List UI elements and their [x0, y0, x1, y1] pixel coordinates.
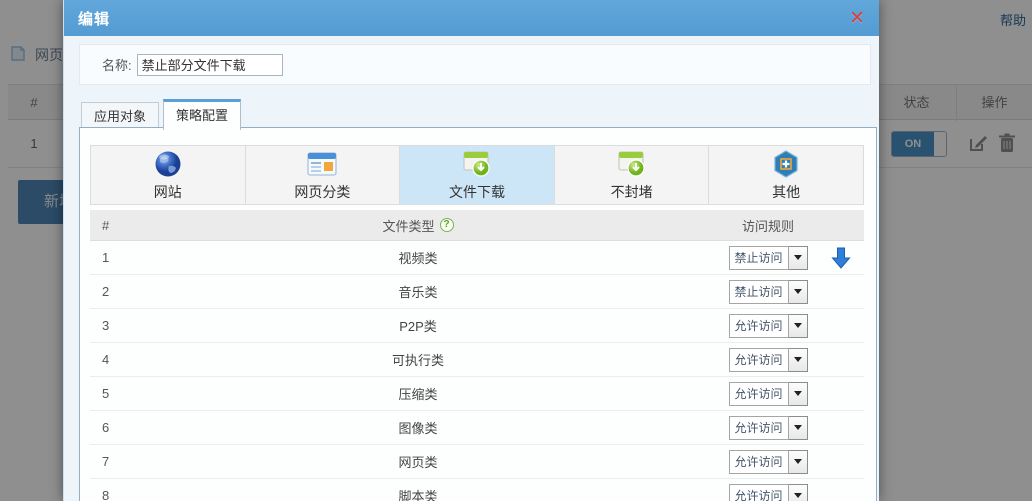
dropdown-value: 允许访问: [728, 449, 789, 474]
row-index: 4: [102, 352, 110, 367]
category-icon-tabs: 网站 网页分类 文件下载 不封堵 其他: [90, 145, 864, 205]
file-type-label: 脚本类: [398, 489, 438, 501]
row-index: 5: [102, 386, 110, 401]
icon-tab-label: 其他: [772, 183, 801, 200]
tab-policy-config[interactable]: 策略配置: [163, 99, 241, 130]
dropdown-button[interactable]: [788, 381, 808, 406]
dropdown-value: 允许访问: [728, 313, 789, 338]
icon-tab-label: 网页分类: [294, 183, 351, 200]
name-label: 名称:: [102, 58, 132, 73]
table-row: 5 压缩类 允许访问: [90, 377, 864, 411]
dropdown-value: 允许访问: [728, 483, 789, 501]
icon-tab-label: 文件下载: [448, 183, 505, 200]
caret-down-icon: [793, 493, 802, 498]
file-type-label: 音乐类: [398, 285, 438, 300]
access-rule-dropdown[interactable]: 禁止访问: [728, 279, 808, 304]
dialog-titlebar: 编辑 ✕: [64, 0, 879, 36]
access-rule-dropdown[interactable]: 禁止访问: [728, 245, 808, 270]
icon-tab-other[interactable]: 其他: [709, 146, 863, 204]
file-type-label: 图像类: [398, 421, 438, 436]
file-type-label: 网页类: [398, 455, 438, 470]
dropdown-button[interactable]: [788, 279, 808, 304]
dropdown-value: 禁止访问: [728, 279, 789, 304]
table-row: 8 脚本类 允许访问: [90, 479, 864, 501]
dropdown-button[interactable]: [788, 483, 808, 501]
dialog-tabs: 应用对象 策略配置: [81, 99, 245, 130]
row-index: 6: [102, 420, 110, 435]
header-file-type: 文件类型: [382, 218, 435, 234]
icon-tab-file-download[interactable]: 文件下载: [400, 146, 555, 204]
file-type-label: 视频类: [398, 251, 438, 266]
row-index: 1: [102, 250, 110, 265]
dropdown-value: 允许访问: [728, 415, 789, 440]
file-type-label: 压缩类: [398, 387, 438, 402]
header-index: #: [102, 217, 110, 233]
header-access-rule: 访问规则: [741, 218, 794, 234]
table-row: 4 可执行类 允许访问: [90, 343, 864, 377]
name-panel: 名称:: [79, 44, 871, 85]
dropdown-button[interactable]: [788, 313, 808, 338]
table-row: 3 P2P类 允许访问: [90, 309, 864, 343]
dialog-title: 编辑: [78, 10, 111, 28]
close-icon[interactable]: ✕: [849, 9, 865, 28]
caret-down-icon: [793, 323, 802, 328]
caret-down-icon: [793, 289, 802, 294]
row-index: 2: [102, 284, 110, 299]
dropdown-value: 允许访问: [728, 381, 789, 406]
table-row: 6 图像类 允许访问: [90, 411, 864, 445]
caret-down-icon: [793, 357, 802, 362]
globe-icon: [154, 149, 182, 179]
move-down-icon[interactable]: [818, 247, 864, 269]
icon-tab-webpage-category[interactable]: 网页分类: [246, 146, 401, 204]
dropdown-value: 允许访问: [728, 347, 789, 372]
file-download-icon: [462, 149, 492, 179]
icon-tab-label: 不封堵: [610, 183, 653, 200]
table-row: 2 音乐类 禁止访问: [90, 275, 864, 309]
row-index: 7: [102, 454, 110, 469]
dropdown-value: 禁止访问: [728, 245, 789, 270]
access-rule-dropdown[interactable]: 允许访问: [728, 415, 808, 440]
row-index: 3: [102, 318, 110, 333]
caret-down-icon: [793, 255, 802, 260]
file-type-table: # 文件类型 ? 访问规则 1 视频类 禁止访问 2 音乐类 禁止访问 3 P2…: [90, 210, 864, 501]
name-input[interactable]: [136, 53, 283, 76]
icon-tab-website[interactable]: 网站: [91, 146, 246, 204]
no-block-icon: [617, 149, 647, 179]
dropdown-button[interactable]: [788, 347, 808, 372]
caret-down-icon: [793, 425, 802, 430]
tab-application-object[interactable]: 应用对象: [81, 102, 159, 130]
access-rule-dropdown[interactable]: 允许访问: [728, 483, 808, 501]
edit-dialog: 编辑 ✕ 名称: 应用对象 策略配置 网站: [63, 0, 879, 501]
dropdown-button[interactable]: [788, 449, 808, 474]
access-rule-dropdown[interactable]: 允许访问: [728, 381, 808, 406]
table-row: 7 网页类 允许访问: [90, 445, 864, 479]
icon-tab-no-block[interactable]: 不封堵: [555, 146, 710, 204]
table-row: 1 视频类 禁止访问: [90, 241, 864, 275]
file-type-label: 可执行类: [391, 353, 444, 368]
access-rule-dropdown[interactable]: 允许访问: [728, 449, 808, 474]
dropdown-button[interactable]: [788, 245, 808, 270]
caret-down-icon: [793, 391, 802, 396]
caret-down-icon: [793, 459, 802, 464]
other-icon: [773, 149, 799, 179]
policy-config-panel: 网站 网页分类 文件下载 不封堵 其他 # 文件类型 ? 访问规则 1 视频类 …: [79, 127, 877, 501]
row-index: 8: [102, 488, 110, 501]
help-question-icon[interactable]: ?: [439, 218, 454, 232]
file-type-label: P2P类: [399, 319, 437, 334]
access-rule-dropdown[interactable]: 允许访问: [728, 347, 808, 372]
access-rule-dropdown[interactable]: 允许访问: [728, 313, 808, 338]
file-table-header: # 文件类型 ? 访问规则: [90, 210, 864, 241]
webpage-category-icon: [307, 149, 337, 179]
icon-tab-label: 网站: [153, 183, 182, 200]
dropdown-button[interactable]: [788, 415, 808, 440]
